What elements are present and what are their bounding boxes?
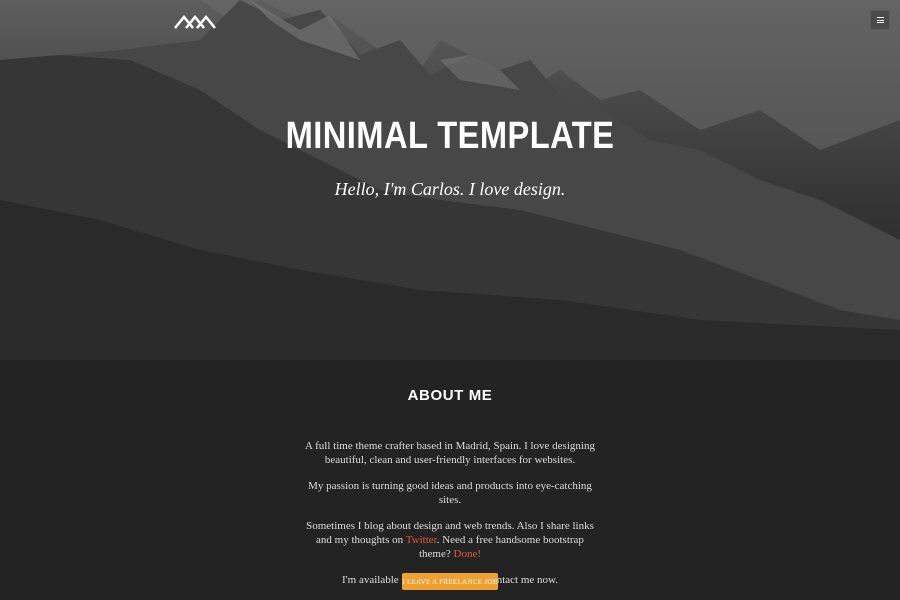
- page-title: MINIMAL TEMPLATE: [285, 115, 615, 157]
- freelance-job-button[interactable]: I LEAVE A FREELANCE JOB: [402, 573, 498, 590]
- hamburger-menu-icon: [876, 17, 884, 23]
- blog-text-middle: . Need a free handsome bootstrap theme?: [418, 534, 584, 560]
- logo[interactable]: [174, 12, 216, 30]
- mountain-logo-icon: [174, 15, 216, 29]
- about-paragraph-passion: My passion is turning good ideas and pro…: [308, 480, 592, 506]
- page: MINIMAL TEMPLATE Hello, I'm Carlos. I lo…: [0, 0, 900, 600]
- about-paragraph-intro: A full time theme crafter based in Madri…: [305, 440, 595, 466]
- about-heading: ABOUT ME: [407, 387, 493, 404]
- twitter-link[interactable]: Twitter: [406, 534, 437, 546]
- hero-tagline: Hello, I'm Carlos. I love design.: [334, 179, 566, 199]
- done-link[interactable]: Done!: [454, 548, 482, 560]
- menu-button[interactable]: [870, 10, 890, 30]
- about-section: ABOUT ME A full time theme crafter based…: [0, 360, 900, 600]
- hero-section: MINIMAL TEMPLATE Hello, I'm Carlos. I lo…: [0, 0, 900, 360]
- about-paragraph-blog: Sometimes I blog about design and web tr…: [300, 519, 600, 561]
